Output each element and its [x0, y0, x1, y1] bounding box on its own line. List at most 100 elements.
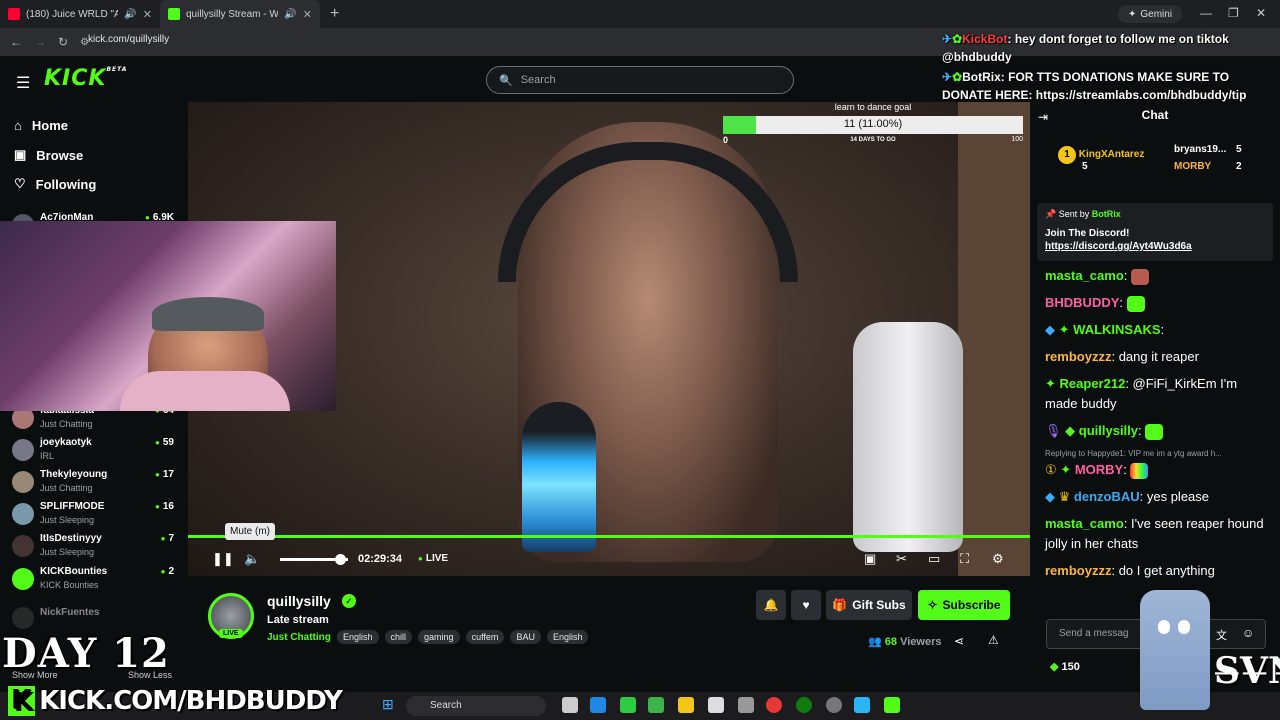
- reply-context[interactable]: Replying to Happyde1: VIP me im a ytg aw…: [1045, 448, 1271, 460]
- translate-icon[interactable]: 文: [1216, 627, 1227, 643]
- kick-logo[interactable]: KICKBETA: [44, 66, 127, 91]
- chat-message: ① ✦ MORBY:: [1045, 460, 1271, 480]
- maximize-icon[interactable]: ❐: [1228, 6, 1239, 20]
- search-input[interactable]: 🔍 Search: [486, 66, 794, 94]
- points-icon: ◆: [1050, 661, 1059, 673]
- leader-count: 5: [1236, 144, 1242, 155]
- store-icon[interactable]: [738, 697, 754, 713]
- task-view-icon[interactable]: [562, 697, 578, 713]
- reload-icon[interactable]: ↻: [58, 35, 68, 49]
- mini-player-icon[interactable]: ▣: [864, 551, 876, 567]
- channel-category: Just Sleeping: [40, 547, 95, 557]
- close-tab-icon[interactable]: ✕: [303, 8, 312, 21]
- subscribe-button[interactable]: ✧ Subscribe: [918, 590, 1010, 620]
- chat-username[interactable]: remboyzzz: [1045, 349, 1111, 364]
- xbox-icon[interactable]: [796, 697, 812, 713]
- bell-icon: 🔔: [763, 598, 779, 612]
- theater-mode-icon[interactable]: ▭: [928, 551, 940, 567]
- sidebar-channel[interactable]: Thekyleyoung Just Chatting 17: [12, 469, 180, 499]
- minimize-icon[interactable]: —: [1200, 6, 1212, 20]
- goal-bar: 11 (11.00%): [723, 116, 1023, 134]
- tag[interactable]: gaming: [418, 630, 460, 644]
- video-microphone: [522, 402, 596, 552]
- live-badge: LIVE: [219, 629, 243, 638]
- chat-username[interactable]: masta_camo: [1045, 268, 1124, 283]
- obs-icon[interactable]: [826, 697, 842, 713]
- sidebar-channel[interactable]: KICKBounties KICK Bounties 2: [12, 566, 180, 596]
- sparkle-icon: ✦: [1128, 8, 1137, 20]
- nvidia-icon[interactable]: [620, 697, 636, 713]
- sidebar-channel[interactable]: ItIsDestinyyy Just Sleeping 7: [12, 533, 180, 563]
- stream-category[interactable]: Just Chatting: [267, 632, 331, 643]
- volume-icon[interactable]: 🔈: [244, 551, 260, 567]
- badge-icon: ✈: [942, 70, 953, 84]
- report-icon[interactable]: ⚠: [988, 633, 999, 647]
- live-indicator[interactable]: LIVE: [418, 553, 448, 564]
- gift-subs-button[interactable]: 🎁 Gift Subs: [826, 590, 912, 620]
- clip-icon[interactable]: ✂: [896, 551, 907, 567]
- sheets-icon[interactable]: [648, 697, 664, 713]
- volume-knob[interactable]: [334, 554, 346, 565]
- goal-widget: learn to dance goal 11 (11.00%) 0 14 DAY…: [723, 102, 1023, 145]
- tag[interactable]: English: [546, 630, 589, 644]
- viewer-count: 16: [155, 501, 174, 512]
- new-tab-button[interactable]: +: [320, 5, 349, 23]
- chat-username[interactable]: BHDBUDDY: [1045, 295, 1119, 310]
- forward-icon[interactable]: →: [34, 35, 46, 49]
- pinned-message[interactable]: 📌 Sent by BotRix Join The Discord! https…: [1037, 203, 1273, 261]
- emoji-icon[interactable]: ☺: [1242, 626, 1254, 640]
- nav-home[interactable]: ⌂ Home: [14, 118, 68, 133]
- app-icon[interactable]: [854, 697, 870, 713]
- tag[interactable]: cuffem: [465, 630, 505, 644]
- verified-icon: ✓: [342, 594, 356, 608]
- chat-header: Chat: [1141, 108, 1169, 122]
- follow-button[interactable]: ♥: [791, 590, 821, 620]
- streamer-name[interactable]: quillysilly: [267, 593, 331, 609]
- settings-icon[interactable]: [708, 697, 724, 713]
- tab-youtube[interactable]: (180) Juice WRLD "Autogra 🔊 ✕: [0, 0, 160, 28]
- volume-slider[interactable]: [280, 554, 348, 565]
- fullscreen-icon[interactable]: ⛶: [960, 551, 969, 567]
- chat-username[interactable]: masta_camo: [1045, 516, 1124, 531]
- tag[interactable]: BAU: [510, 630, 541, 644]
- video-progress-bar[interactable]: [188, 535, 1030, 538]
- goal-days: 14 DAYS TO GO: [850, 137, 896, 143]
- file-explorer-icon[interactable]: [678, 697, 694, 713]
- back-icon[interactable]: ←: [10, 35, 22, 49]
- nav-following[interactable]: ♡ Following: [14, 176, 96, 192]
- gift-subs-label: Gift Subs: [852, 598, 906, 612]
- chat-username[interactable]: remboyzzz: [1045, 563, 1111, 578]
- settings-icon[interactable]: ⚙: [992, 551, 1004, 567]
- nav-label: Home: [31, 118, 68, 133]
- share-icon[interactable]: ⋖: [954, 634, 964, 648]
- overlay-chat-user: KickBot: [962, 32, 1008, 46]
- kick-app-icon[interactable]: [884, 697, 900, 713]
- nav-browse[interactable]: ▣ Browse: [14, 147, 83, 163]
- channel-points[interactable]: ◆ 150: [1050, 660, 1080, 673]
- tag[interactable]: chill: [384, 630, 413, 644]
- notification-button[interactable]: 🔔: [756, 590, 786, 620]
- edge-icon[interactable]: [590, 697, 606, 713]
- menu-icon[interactable]: ☰: [16, 73, 30, 93]
- chat-username[interactable]: Reaper212: [1060, 376, 1126, 391]
- close-tab-icon[interactable]: ✕: [143, 8, 152, 21]
- tab-kick[interactable]: quillysilly Stream - Watch Li 🔊 ✕: [160, 0, 320, 28]
- pinned-link[interactable]: https://discord.gg/Ayt4Wu3d6a: [1045, 241, 1265, 252]
- leaderboard-entry: 1 KingXAntarez: [1058, 146, 1144, 164]
- chat-username[interactable]: MORBY: [1075, 462, 1123, 477]
- tag[interactable]: English: [337, 630, 379, 644]
- pause-icon[interactable]: ❚❚: [212, 551, 234, 567]
- sidebar-channel[interactable]: SPLIFFMODE Just Sleeping 16: [12, 501, 180, 531]
- badge-icon: ✈: [942, 32, 953, 46]
- chat-username[interactable]: denzoBAU: [1074, 489, 1140, 504]
- chat-username[interactable]: quillysilly: [1079, 423, 1138, 438]
- start-icon[interactable]: ⊞: [382, 696, 394, 713]
- taskbar-search[interactable]: Search: [406, 696, 546, 716]
- gemini-button[interactable]: ✦ Gemini: [1118, 5, 1183, 23]
- chrome-icon[interactable]: [766, 697, 782, 713]
- mute-tooltip: Mute (m): [225, 523, 275, 540]
- close-window-icon[interactable]: ✕: [1256, 6, 1266, 20]
- url-field[interactable]: kick.com/quillysilly: [88, 34, 169, 45]
- chat-username[interactable]: WALKINSAKS: [1073, 322, 1160, 337]
- sidebar-channel[interactable]: joeykaotyk IRL 59: [12, 437, 180, 467]
